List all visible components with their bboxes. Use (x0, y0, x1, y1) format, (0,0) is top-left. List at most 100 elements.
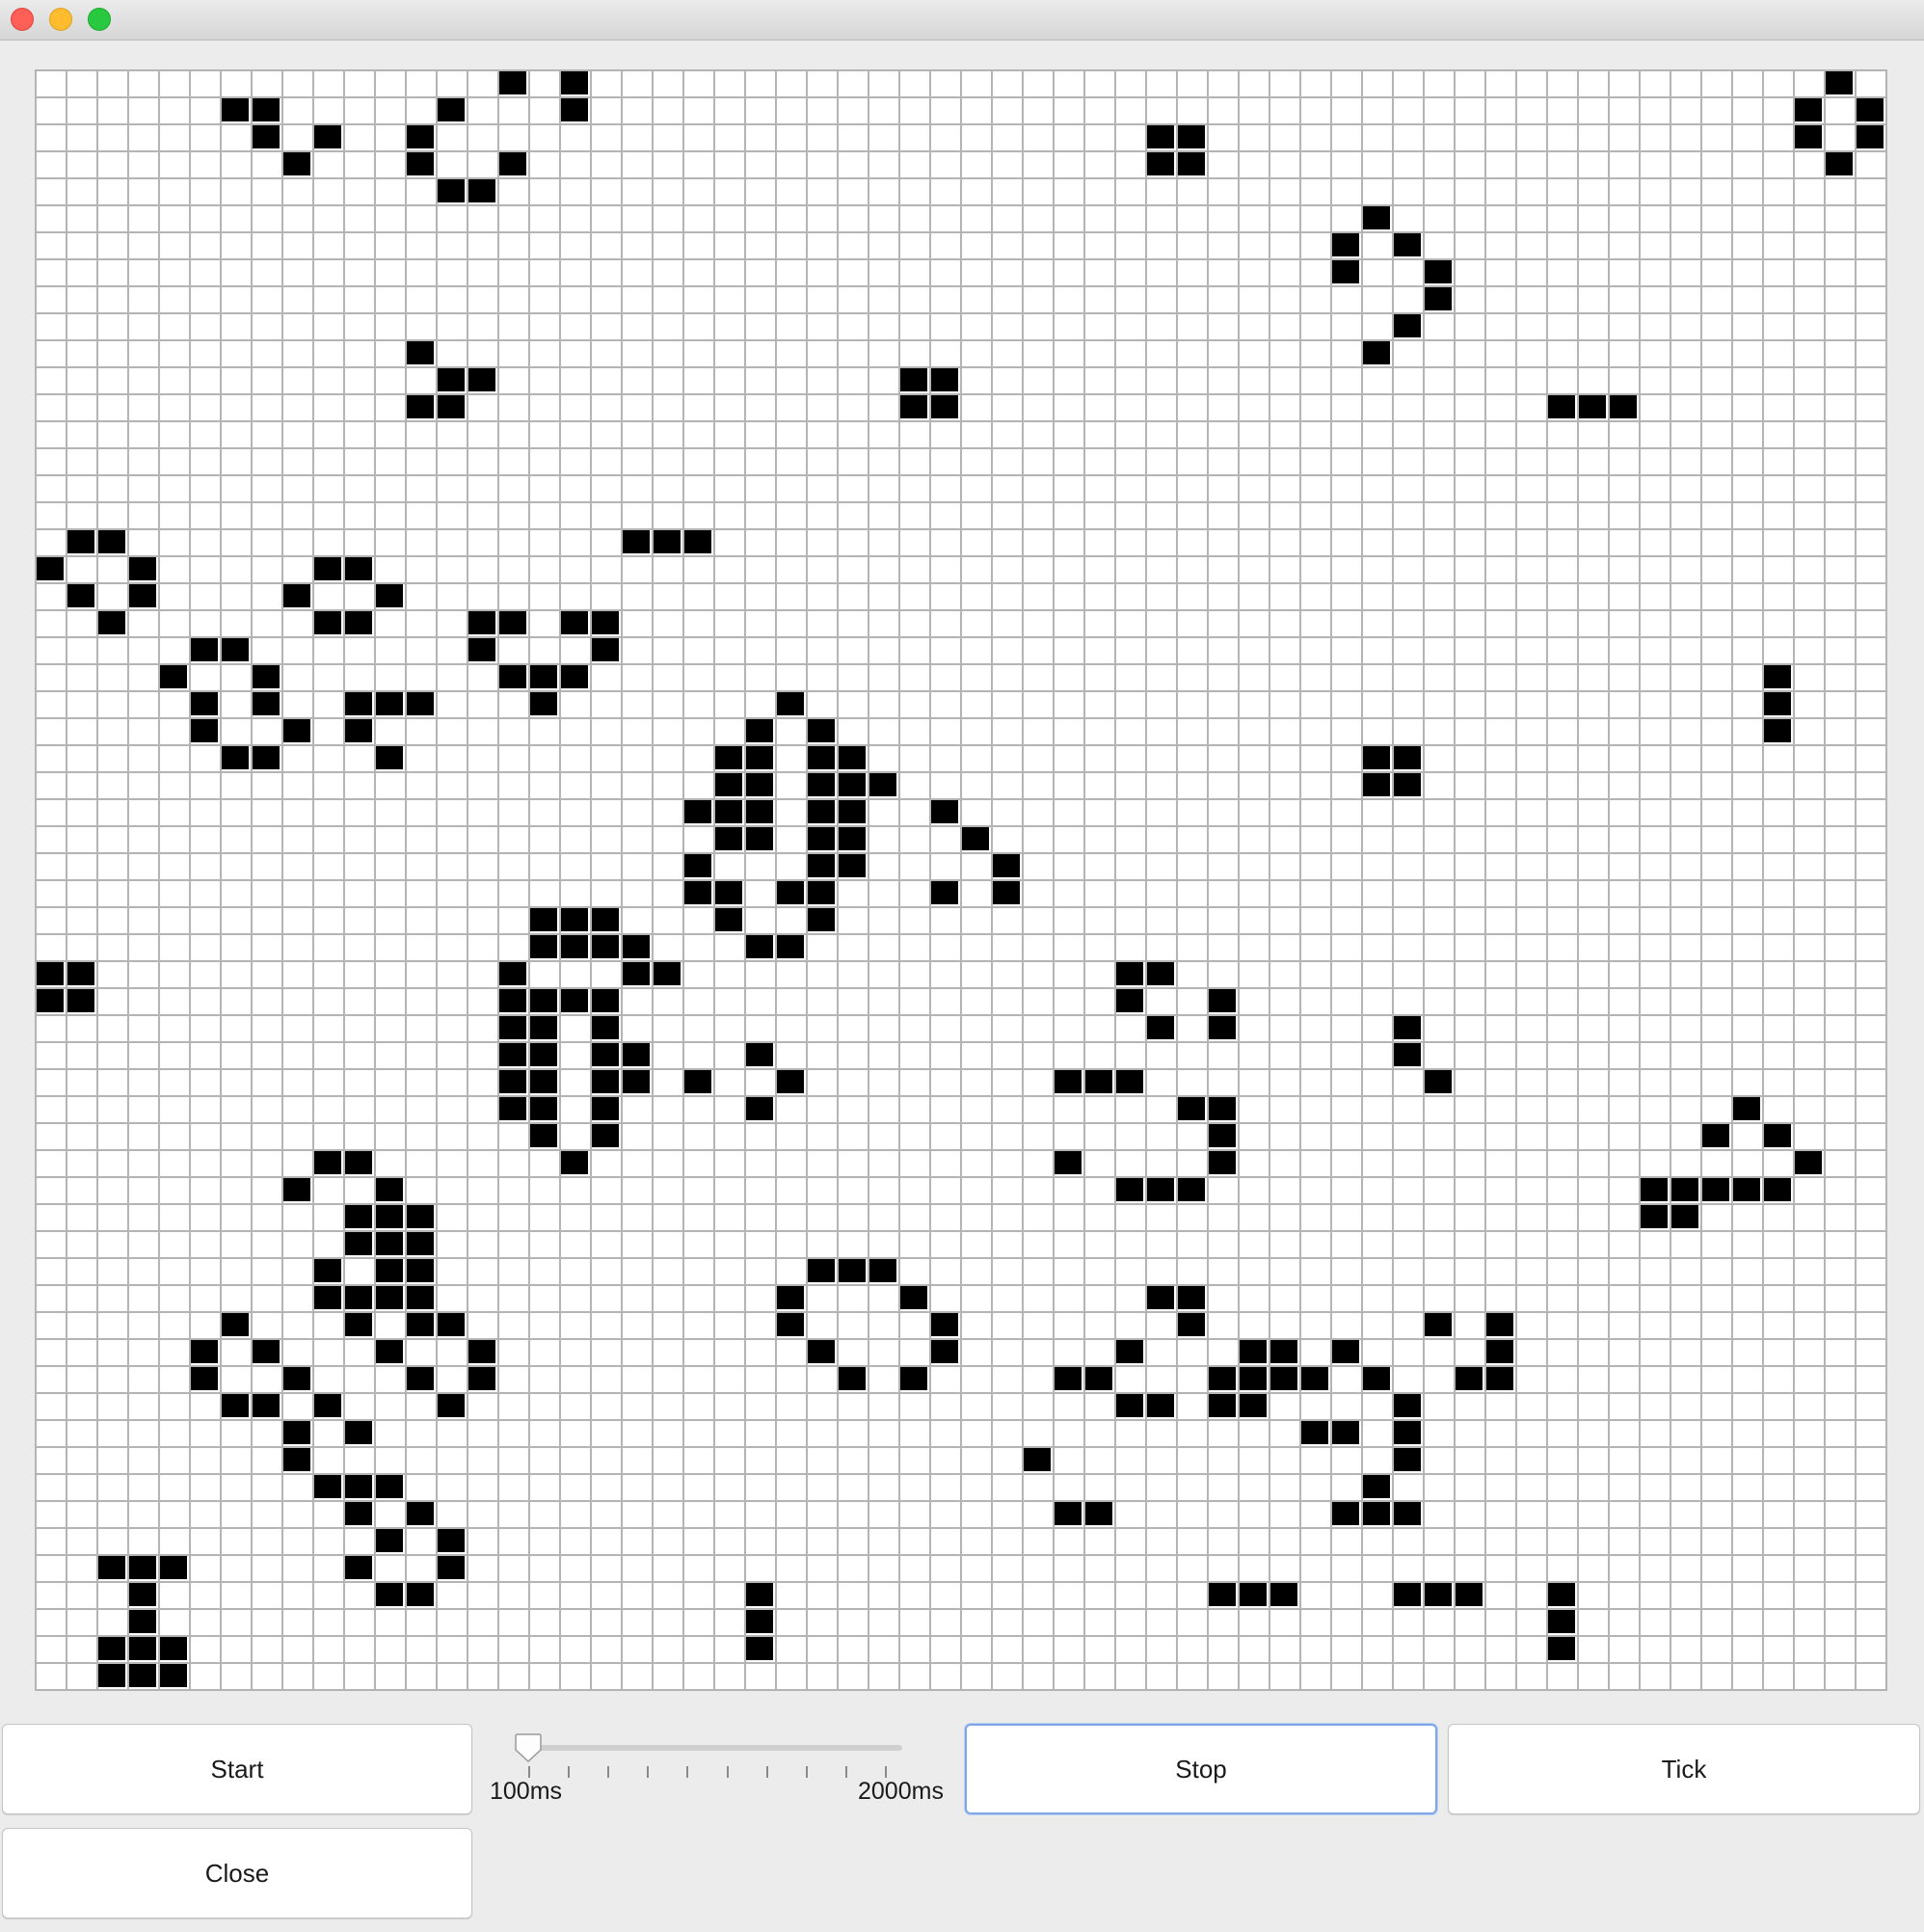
live-cell[interactable] (592, 611, 619, 634)
live-cell[interactable] (746, 827, 773, 850)
window-maximize-icon[interactable] (88, 8, 111, 31)
live-cell[interactable] (129, 1583, 156, 1606)
live-cell[interactable] (592, 1043, 619, 1066)
live-cell[interactable] (1363, 1367, 1390, 1390)
live-cell[interactable] (746, 800, 773, 823)
live-cell[interactable] (1363, 206, 1390, 229)
live-cell[interactable] (530, 1124, 557, 1147)
live-cell[interactable] (869, 773, 896, 796)
live-cell[interactable] (623, 1070, 650, 1093)
live-cell[interactable] (345, 719, 372, 742)
live-cell[interactable] (1085, 1502, 1112, 1525)
live-cell[interactable] (314, 557, 341, 580)
live-cell[interactable] (1394, 1394, 1421, 1417)
live-cell[interactable] (499, 152, 526, 175)
live-cell[interactable] (468, 1367, 495, 1390)
live-cell[interactable] (530, 989, 557, 1012)
live-cell[interactable] (1764, 1124, 1791, 1147)
live-cell[interactable] (1209, 989, 1236, 1012)
live-cell[interactable] (314, 1151, 341, 1174)
live-cell[interactable] (1425, 1313, 1452, 1336)
live-cell[interactable] (468, 179, 495, 202)
live-cell[interactable] (407, 1232, 434, 1255)
live-cell[interactable] (839, 1367, 866, 1390)
window-close-icon[interactable] (11, 8, 34, 31)
live-cell[interactable] (1332, 260, 1359, 283)
live-cell[interactable] (499, 1070, 526, 1093)
live-cell[interactable] (499, 71, 526, 94)
live-cell[interactable] (1671, 1178, 1698, 1201)
live-cell[interactable] (1394, 773, 1421, 796)
live-cell[interactable] (1116, 1070, 1143, 1093)
live-cell[interactable] (839, 827, 866, 850)
live-cell[interactable] (808, 800, 835, 823)
live-cell[interactable] (191, 638, 218, 661)
live-cell[interactable] (993, 881, 1020, 904)
slider-thumb-icon[interactable] (515, 1733, 542, 1762)
live-cell[interactable] (1209, 1124, 1236, 1147)
live-cell[interactable] (931, 395, 958, 418)
live-cell[interactable] (345, 1151, 372, 1174)
live-cell[interactable] (345, 1421, 372, 1444)
live-cell[interactable] (1363, 341, 1390, 364)
live-cell[interactable] (1055, 1367, 1082, 1390)
live-cell[interactable] (438, 368, 465, 391)
life-grid[interactable] (35, 69, 1887, 1691)
live-cell[interactable] (592, 638, 619, 661)
live-cell[interactable] (283, 1421, 310, 1444)
live-cell[interactable] (808, 773, 835, 796)
live-cell[interactable] (715, 773, 742, 796)
live-cell[interactable] (283, 584, 310, 607)
live-cell[interactable] (530, 692, 557, 715)
live-cell[interactable] (1116, 962, 1143, 985)
live-cell[interactable] (438, 98, 465, 121)
live-cell[interactable] (253, 692, 280, 715)
live-cell[interactable] (407, 1313, 434, 1336)
live-cell[interactable] (1178, 125, 1205, 148)
live-cell[interactable] (1795, 98, 1822, 121)
live-cell[interactable] (1116, 1394, 1143, 1417)
live-cell[interactable] (407, 1259, 434, 1282)
live-cell[interactable] (438, 179, 465, 202)
live-cell[interactable] (839, 1259, 866, 1282)
live-cell[interactable] (407, 1502, 434, 1525)
live-cell[interactable] (345, 1286, 372, 1309)
live-cell[interactable] (1394, 1043, 1421, 1066)
live-cell[interactable] (1270, 1340, 1297, 1363)
live-cell[interactable] (438, 1313, 465, 1336)
live-cell[interactable] (222, 638, 249, 661)
live-cell[interactable] (715, 881, 742, 904)
live-cell[interactable] (561, 989, 588, 1012)
live-cell[interactable] (1209, 1151, 1236, 1174)
live-cell[interactable] (499, 611, 526, 634)
live-cell[interactable] (191, 719, 218, 742)
live-cell[interactable] (1394, 1583, 1421, 1606)
live-cell[interactable] (530, 1043, 557, 1066)
live-cell[interactable] (1610, 395, 1637, 418)
live-cell[interactable] (129, 1637, 156, 1660)
live-cell[interactable] (499, 989, 526, 1012)
live-cell[interactable] (1456, 1583, 1483, 1606)
live-cell[interactable] (438, 1556, 465, 1579)
live-cell[interactable] (1425, 287, 1452, 310)
live-cell[interactable] (777, 692, 804, 715)
live-cell[interactable] (1240, 1394, 1267, 1417)
live-cell[interactable] (530, 1070, 557, 1093)
live-cell[interactable] (1147, 125, 1174, 148)
live-cell[interactable] (530, 1097, 557, 1120)
live-cell[interactable] (623, 962, 650, 985)
live-cell[interactable] (746, 935, 773, 958)
close-button[interactable]: Close (2, 1828, 472, 1919)
live-cell[interactable] (407, 395, 434, 418)
live-cell[interactable] (715, 908, 742, 931)
live-cell[interactable] (1764, 1178, 1791, 1201)
live-cell[interactable] (67, 989, 94, 1012)
live-cell[interactable] (592, 989, 619, 1012)
live-cell[interactable] (1641, 1205, 1668, 1228)
live-cell[interactable] (561, 935, 588, 958)
live-cell[interactable] (746, 1610, 773, 1633)
live-cell[interactable] (1240, 1340, 1267, 1363)
live-cell[interactable] (98, 1637, 125, 1660)
live-cell[interactable] (808, 881, 835, 904)
live-cell[interactable] (160, 665, 187, 688)
